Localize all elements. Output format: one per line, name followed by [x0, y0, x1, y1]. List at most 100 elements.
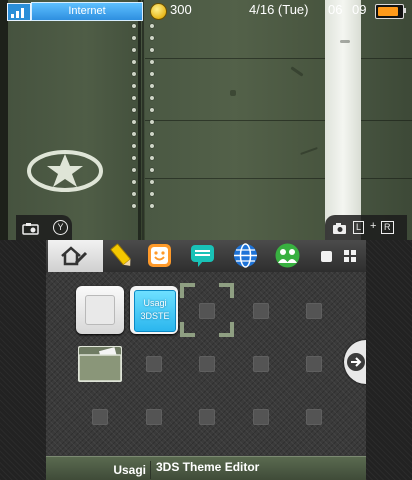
- top-screen: Internet 300 4/16 (Tue) 06 09 Y L + R: [0, 0, 412, 240]
- camera-icon: [22, 223, 39, 235]
- home-settings-button[interactable]: [48, 240, 103, 272]
- folder-icon[interactable]: [76, 342, 124, 384]
- rivet: [150, 180, 154, 184]
- notes-pencil-icon[interactable]: [108, 242, 135, 269]
- bottom-left-border: [0, 240, 46, 480]
- white-square-app[interactable]: [76, 286, 124, 334]
- miiverse-face-icon[interactable]: [146, 242, 173, 269]
- panel-line: [361, 58, 412, 59]
- app-label-line1: Usagi: [143, 298, 167, 308]
- wallpaper-white-stripe: [325, 0, 361, 240]
- app-icon-inner: Usagi 3DSTE: [134, 290, 176, 332]
- rivet: [150, 84, 154, 88]
- rivet: [150, 156, 154, 160]
- r-button-icon: R: [381, 221, 394, 234]
- empty-slot[interactable]: [199, 303, 215, 319]
- rivet: [132, 36, 136, 40]
- friends-icon[interactable]: [274, 242, 301, 269]
- battery-tip: [404, 8, 406, 13]
- battery-level: [378, 7, 398, 16]
- empty-slot[interactable]: [306, 303, 322, 319]
- rivet: [150, 132, 154, 136]
- empty-slot[interactable]: [306, 356, 322, 372]
- wallpaper-seam: [142, 0, 144, 240]
- l-button-icon: L: [353, 221, 365, 234]
- rivet: [150, 60, 154, 64]
- empty-slot[interactable]: [253, 409, 269, 425]
- rivet: [150, 96, 154, 100]
- rivet: [132, 24, 136, 28]
- panel-line: [361, 120, 412, 121]
- plus-sign: +: [370, 220, 377, 232]
- play-coin-icon: [150, 3, 167, 20]
- selected-app-title: 3DS Theme Editor: [156, 460, 260, 474]
- wallpaper-seam: [138, 0, 141, 240]
- rivet: [150, 36, 154, 40]
- rivet: [132, 180, 136, 184]
- rivet: [132, 108, 136, 112]
- camera-icon: [333, 223, 346, 234]
- panel-line: [145, 120, 325, 121]
- user-name: Usagi: [113, 463, 146, 477]
- rivet: [150, 24, 154, 28]
- home-settings-icon: [61, 246, 88, 266]
- rivet: [150, 120, 154, 124]
- rivet: [132, 192, 136, 196]
- camera-shortcut-right[interactable]: L + R: [325, 215, 407, 240]
- star-emblem-icon: [27, 150, 103, 192]
- rivet: [150, 48, 154, 52]
- rivet: [132, 204, 136, 208]
- status-bar: Internet 300 4/16 (Tue) 06 09: [0, 0, 412, 22]
- y-button-icon: Y: [53, 220, 68, 235]
- empty-slot[interactable]: [146, 409, 162, 425]
- browser-globe-icon[interactable]: [232, 242, 259, 269]
- top-wallpaper-panel-left: [8, 0, 138, 240]
- rivet: [150, 108, 154, 112]
- empty-slot[interactable]: [199, 356, 215, 372]
- empty-slot[interactable]: [306, 409, 322, 425]
- rivet: [150, 168, 154, 172]
- app-label-line2: 3DSTE: [140, 311, 170, 321]
- panel-line: [361, 178, 412, 179]
- single-square-icon[interactable]: [321, 251, 332, 262]
- coin-count: 300: [170, 2, 192, 17]
- empty-slot[interactable]: [253, 303, 269, 319]
- bottom-right-border: [366, 240, 412, 480]
- rivet: [132, 144, 136, 148]
- clock-hour: 06: [328, 2, 343, 17]
- battery-icon: [375, 4, 404, 19]
- grid-squares-icon[interactable]: [344, 250, 357, 263]
- arrow-right-icon: [347, 353, 365, 371]
- panel-line: [145, 178, 325, 179]
- empty-slot[interactable]: [253, 356, 269, 372]
- clock-minute: 09: [352, 2, 367, 17]
- scratch: [340, 40, 350, 43]
- rivet: [132, 84, 136, 88]
- bottom-info-bar: Usagi 3DS Theme Editor: [46, 456, 366, 480]
- bottom-screen: Usagi 3DSTE Usagi 3DS Theme Editor: [46, 240, 366, 480]
- rivet: [132, 132, 136, 136]
- wifi-signal-icon: [7, 3, 31, 21]
- rivet: [150, 144, 154, 148]
- app-icon-inner: [85, 295, 115, 325]
- notifications-speech-icon[interactable]: [189, 242, 216, 269]
- rivet: [150, 192, 154, 196]
- connection-status: Internet: [31, 2, 143, 21]
- empty-slot[interactable]: [199, 409, 215, 425]
- camera-shortcut-left[interactable]: Y: [16, 215, 72, 240]
- rivet: [132, 120, 136, 124]
- usagi-3dste-app[interactable]: Usagi 3DSTE: [130, 286, 178, 334]
- date-display: 4/16 (Tue): [249, 2, 309, 17]
- rivet: [132, 168, 136, 172]
- rivet: [132, 60, 136, 64]
- user-section: Usagi: [50, 460, 150, 480]
- rivet: [132, 72, 136, 76]
- screen-root: Internet 300 4/16 (Tue) 06 09 Y L + R Us…: [0, 0, 412, 480]
- scroll-right-button[interactable]: [344, 340, 366, 384]
- scratch: [230, 90, 236, 96]
- empty-slot[interactable]: [146, 356, 162, 372]
- rivet: [132, 96, 136, 100]
- empty-slot[interactable]: [92, 409, 108, 425]
- panel-line: [145, 58, 325, 59]
- bar-divider: [150, 461, 151, 479]
